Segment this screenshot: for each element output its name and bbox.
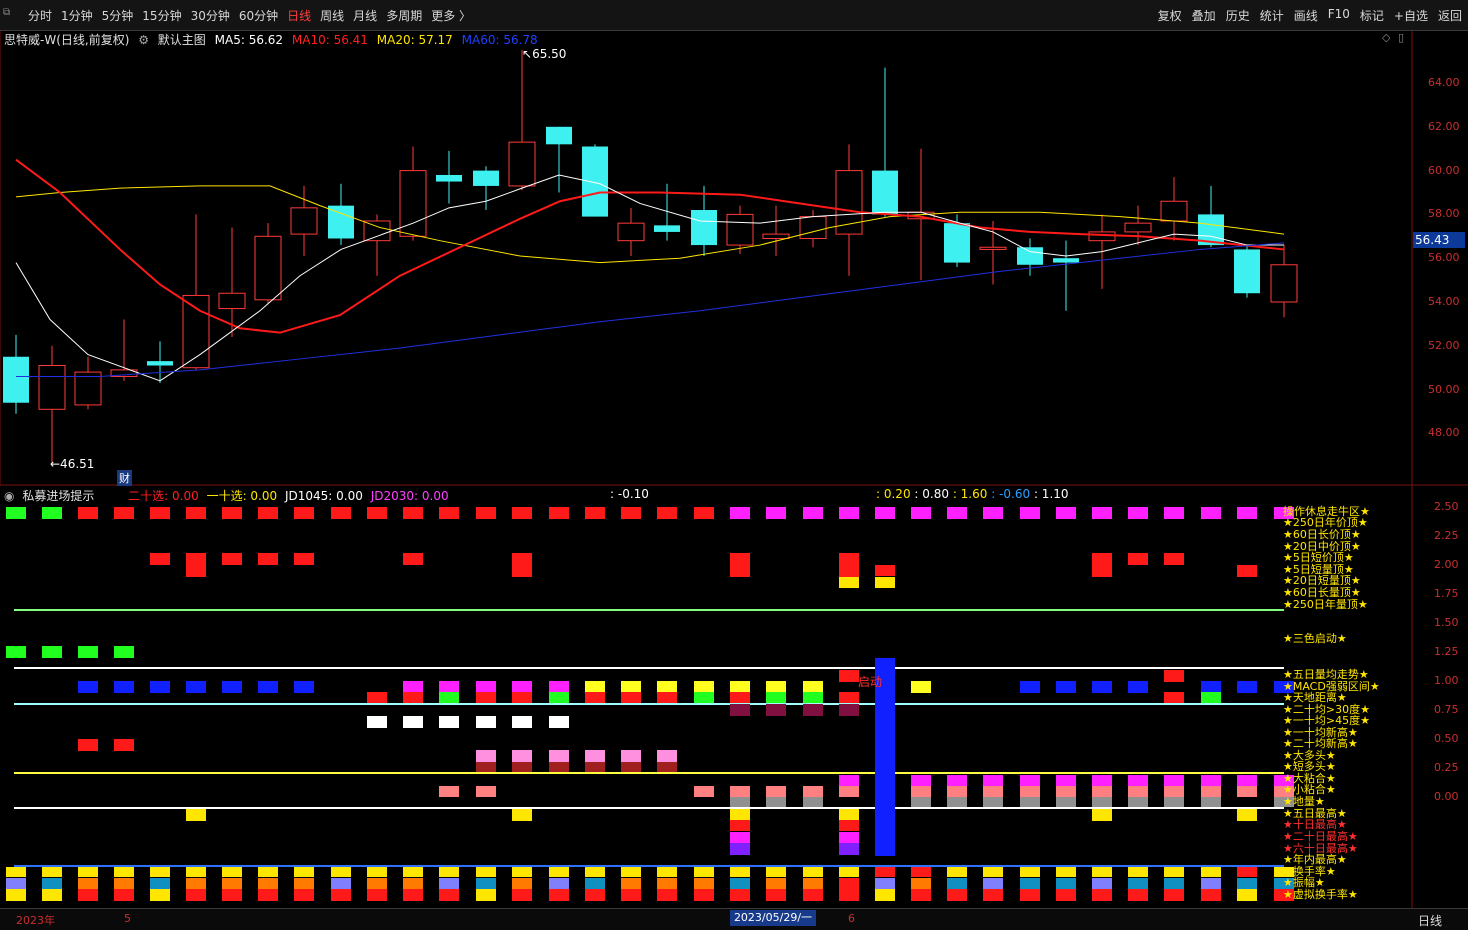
s4-value: JD2030: 0.00 <box>370 489 449 503</box>
s6-values: : 0.20 : 0.80 : 1.60 : -0.60 : 1.10 <box>876 487 1069 501</box>
maximize-icon[interactable]: ▯ <box>1398 31 1404 44</box>
ma10-value: MA10: 56.41 <box>291 33 368 47</box>
indicator-tick: 1.75 <box>1434 587 1459 600</box>
price-tick: 64.00 <box>1428 76 1460 89</box>
signal-label: ★一十均>45度★ <box>1283 714 1370 727</box>
s6e: : 1.10 <box>1033 487 1069 501</box>
template-label[interactable]: 默认主图 <box>158 33 206 47</box>
ma60-value: MA60: 56.78 <box>461 33 538 47</box>
price-tick: 58.00 <box>1428 207 1460 221</box>
signal-label: ★20日短量顶★ <box>1283 574 1361 587</box>
signal-label: ★十日最高★ <box>1283 818 1347 831</box>
signal-label: ★振幅★ <box>1283 876 1325 889</box>
tool-button-0[interactable]: 复权 <box>1158 7 1182 24</box>
signal-label: ★250日年量顶★ <box>1283 598 1368 611</box>
price-tick: 54.00 <box>1428 295 1460 308</box>
tool-button-7[interactable]: +自选 <box>1394 7 1428 24</box>
signal-label: ★60日长价顶★ <box>1283 528 1361 541</box>
year-label: 2023年 <box>16 914 55 927</box>
indicator-tick: 2.00 <box>1434 558 1459 571</box>
price-tick: 52.00 <box>1428 338 1460 352</box>
period-tab-4[interactable]: 30分钟 <box>191 7 230 24</box>
indicator-legend: ◉ 私募进场提示 二十选: 0.00 一十选: 0.00 JD1045: 0.0… <box>4 487 453 504</box>
signal-label: ★三色启动★ <box>1283 632 1347 645</box>
stock-title[interactable]: 思特威-W(日线,前复权) <box>4 33 129 47</box>
price-tick: 60.00 <box>1428 163 1460 177</box>
signal-label: ★250日年价顶★ <box>1283 516 1368 529</box>
indicator-tick: 2.50 <box>1434 500 1459 513</box>
current-price-tag: 56.43 <box>1413 232 1465 248</box>
indicator-tick: 0.75 <box>1434 703 1459 716</box>
collapse-indicator-icon[interactable]: ◉ <box>4 489 14 503</box>
signal-label: ★虚拟换手率★ <box>1283 888 1358 901</box>
price-tick: 56.00 <box>1428 251 1460 265</box>
period-tab-9[interactable]: 多周期 <box>386 7 422 24</box>
s6d: : -0.60 <box>991 487 1031 501</box>
period-tab-1[interactable]: 1分钟 <box>61 7 93 24</box>
settings-icon[interactable]: ⚙ <box>138 33 149 47</box>
tool-button-6[interactable]: 标记 <box>1360 7 1384 24</box>
period-tab-5[interactable]: 60分钟 <box>239 7 278 24</box>
indicator-tick: 2.25 <box>1434 529 1459 542</box>
signal-label: ★年内最高★ <box>1283 853 1347 866</box>
restore-icon[interactable]: ⧉ <box>3 7 15 19</box>
indicator-tick: 0.25 <box>1434 761 1459 774</box>
price-tick: 50.00 <box>1428 382 1460 396</box>
period-indicator[interactable]: 日线 <box>1418 912 1442 929</box>
period-tab-10[interactable]: 更多 〉 <box>431 7 471 24</box>
main-chart-legend: 思特威-W(日线,前复权) ⚙ 默认主图 MA5: 56.62 MA10: 56… <box>4 31 543 48</box>
tool-button-5[interactable]: F10 <box>1328 7 1350 24</box>
period-tab-6[interactable]: 日线 <box>287 7 311 24</box>
indicator-tick: 0.50 <box>1434 732 1459 745</box>
price-tick: 48.00 <box>1428 426 1460 440</box>
s5-value: : -0.10 <box>610 487 649 501</box>
indicator-name[interactable]: 私募进场提示 <box>22 489 94 503</box>
s6a: : 0.20 <box>876 487 911 501</box>
month6-label: 6 <box>848 912 855 925</box>
collapse-icon[interactable]: ◇ <box>1382 31 1390 44</box>
ma5-value: MA5: 56.62 <box>214 33 284 47</box>
indicator-tick: 1.50 <box>1434 616 1459 629</box>
signal-label: ★60日长量顶★ <box>1283 586 1361 599</box>
period-tab-2[interactable]: 5分钟 <box>102 7 134 24</box>
tool-buttons: 复权 叠加 历史 统计 画线 F10 标记 +自选 返回 <box>1148 7 1462 24</box>
signal-label: ★地量★ <box>1283 795 1325 808</box>
tool-button-3[interactable]: 统计 <box>1260 7 1284 24</box>
signal-label: ★五日量均走势★ <box>1283 668 1369 681</box>
chart-canvas <box>0 29 1468 908</box>
signal-label: ★5日短价顶★ <box>1283 551 1354 564</box>
signal-label: ★小粘合★ <box>1283 783 1336 796</box>
s3-value: JD1045: 0.00 <box>284 489 363 503</box>
signal-label: ★二十均新高★ <box>1283 737 1358 750</box>
period-tab-7[interactable]: 周线 <box>320 7 344 24</box>
period-tab-0[interactable]: 分时 <box>28 7 52 24</box>
cursor-date: 2023/05/29/一 <box>730 910 816 926</box>
period-tab-8[interactable]: 月线 <box>353 7 377 24</box>
launch-tag: 启动 <box>858 675 883 689</box>
signal-label: ★天地距离★ <box>1283 691 1347 704</box>
tool-button-4[interactable]: 画线 <box>1294 7 1318 24</box>
s6b: : 0.80 <box>914 487 949 501</box>
s1-value: 二十选: 0.00 <box>128 489 199 503</box>
indicator-tick: 1.00 <box>1434 674 1459 687</box>
month5-label: 5 <box>124 912 131 925</box>
indicator-tick: 0.00 <box>1434 790 1459 803</box>
period-toolbar: ⧉ 分时 1分钟 5分钟 15分钟 30分钟 60分钟 日线 周线 月线 多周期 更多 〉 复权 叠加… <box>0 0 1468 31</box>
s2-value: 一十选: 0.00 <box>206 489 278 503</box>
financial-marker[interactable]: 财 <box>117 470 132 486</box>
indicator-tick: 1.25 <box>1434 645 1459 658</box>
price-tick: 62.00 <box>1428 119 1460 133</box>
high-callout: ↖65.50 <box>522 47 567 61</box>
low-callout: ←46.51 <box>50 457 95 471</box>
period-tab-3[interactable]: 15分钟 <box>142 7 181 24</box>
period-tabs: 分时 1分钟 5分钟 15分钟 30分钟 60分钟 日线 周线 月线 多周期 更多 〉 <box>28 7 480 24</box>
signal-label: ★短多头★ <box>1283 760 1336 773</box>
tool-button-8[interactable]: 返回 <box>1438 7 1462 24</box>
tool-button-1[interactable]: 叠加 <box>1192 7 1216 24</box>
s6c: : 1.60 <box>952 487 988 501</box>
tool-button-2[interactable]: 历史 <box>1226 7 1250 24</box>
ma20-value: MA20: 57.17 <box>376 33 453 47</box>
signal-label: ★二十日最高★ <box>1283 830 1358 843</box>
